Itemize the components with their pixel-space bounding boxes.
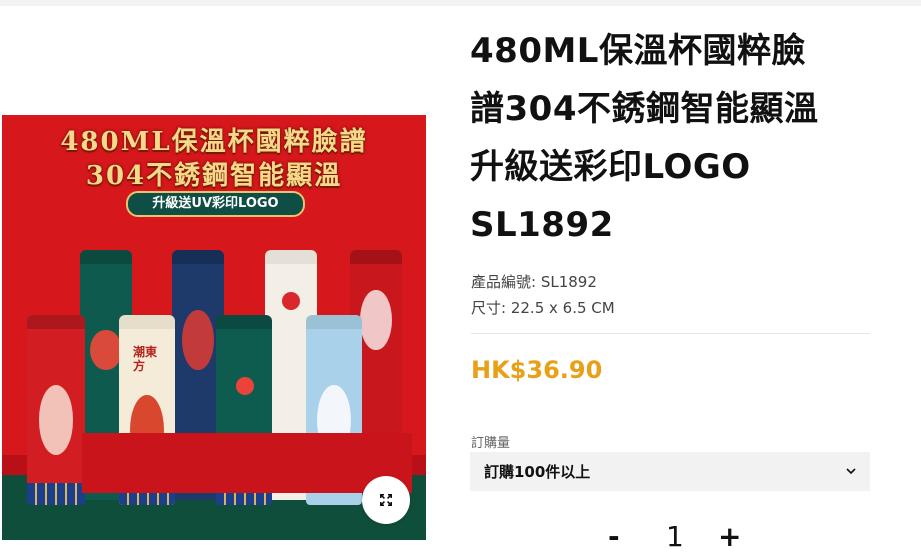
product-code: 產品編號: SL1892 — [471, 271, 597, 292]
image-platform-front — [82, 433, 412, 493]
image-title-line2: 304不銹鋼智能顯溫 — [85, 161, 343, 191]
product-title-line4: SL1892 — [470, 205, 614, 245]
product-code-value: SL1892 — [540, 273, 597, 291]
bottle-label: 潮東方 — [133, 345, 158, 373]
product-size-value: 22.5 x 6.5 CM — [510, 299, 615, 317]
product-code-label: 產品編號: — [471, 273, 537, 291]
image-badge: 升級送UV彩印LOGO — [126, 191, 305, 217]
chevron-down-icon — [846, 468, 856, 475]
image-title-line1: 480ML保溫杯國粹臉譜 — [60, 127, 368, 157]
quantity-label: 訂購量 — [471, 436, 511, 451]
product-title-line3: 升級送彩印LOGO — [470, 147, 751, 187]
product-title-line2: 譜304不銹鋼智能顯溫 — [470, 89, 819, 129]
quantity-stepper[interactable]: - 1 + — [600, 520, 760, 553]
bottle-red-front — [27, 315, 85, 505]
expand-icon — [380, 494, 392, 506]
quantity-select[interactable]: 訂購100件以上 — [470, 452, 870, 491]
quantity-select-value: 訂購100件以上 — [484, 463, 591, 481]
product-title-line1: 480ML保溫杯國粹臉 — [470, 31, 806, 71]
divider — [471, 333, 870, 334]
top-bar — [0, 0, 921, 6]
increment-button[interactable]: + — [718, 520, 741, 553]
product-size-label: 尺寸: — [471, 299, 507, 317]
quantity-value[interactable]: 1 — [666, 520, 684, 553]
product-price: HK$36.90 — [471, 356, 603, 384]
decrement-button[interactable]: - — [608, 520, 620, 553]
zoom-button[interactable] — [362, 476, 410, 524]
product-title: 480ML保溫杯國粹臉 譜304不銹鋼智能顯溫 升級送彩印LOGO SL1892 — [470, 22, 890, 254]
product-size: 尺寸: 22.5 x 6.5 CM — [471, 297, 615, 318]
product-image[interactable]: 480ML保溫杯國粹臉譜 304不銹鋼智能顯溫 升級送UV彩印LOGO 潮東方 — [2, 115, 426, 540]
